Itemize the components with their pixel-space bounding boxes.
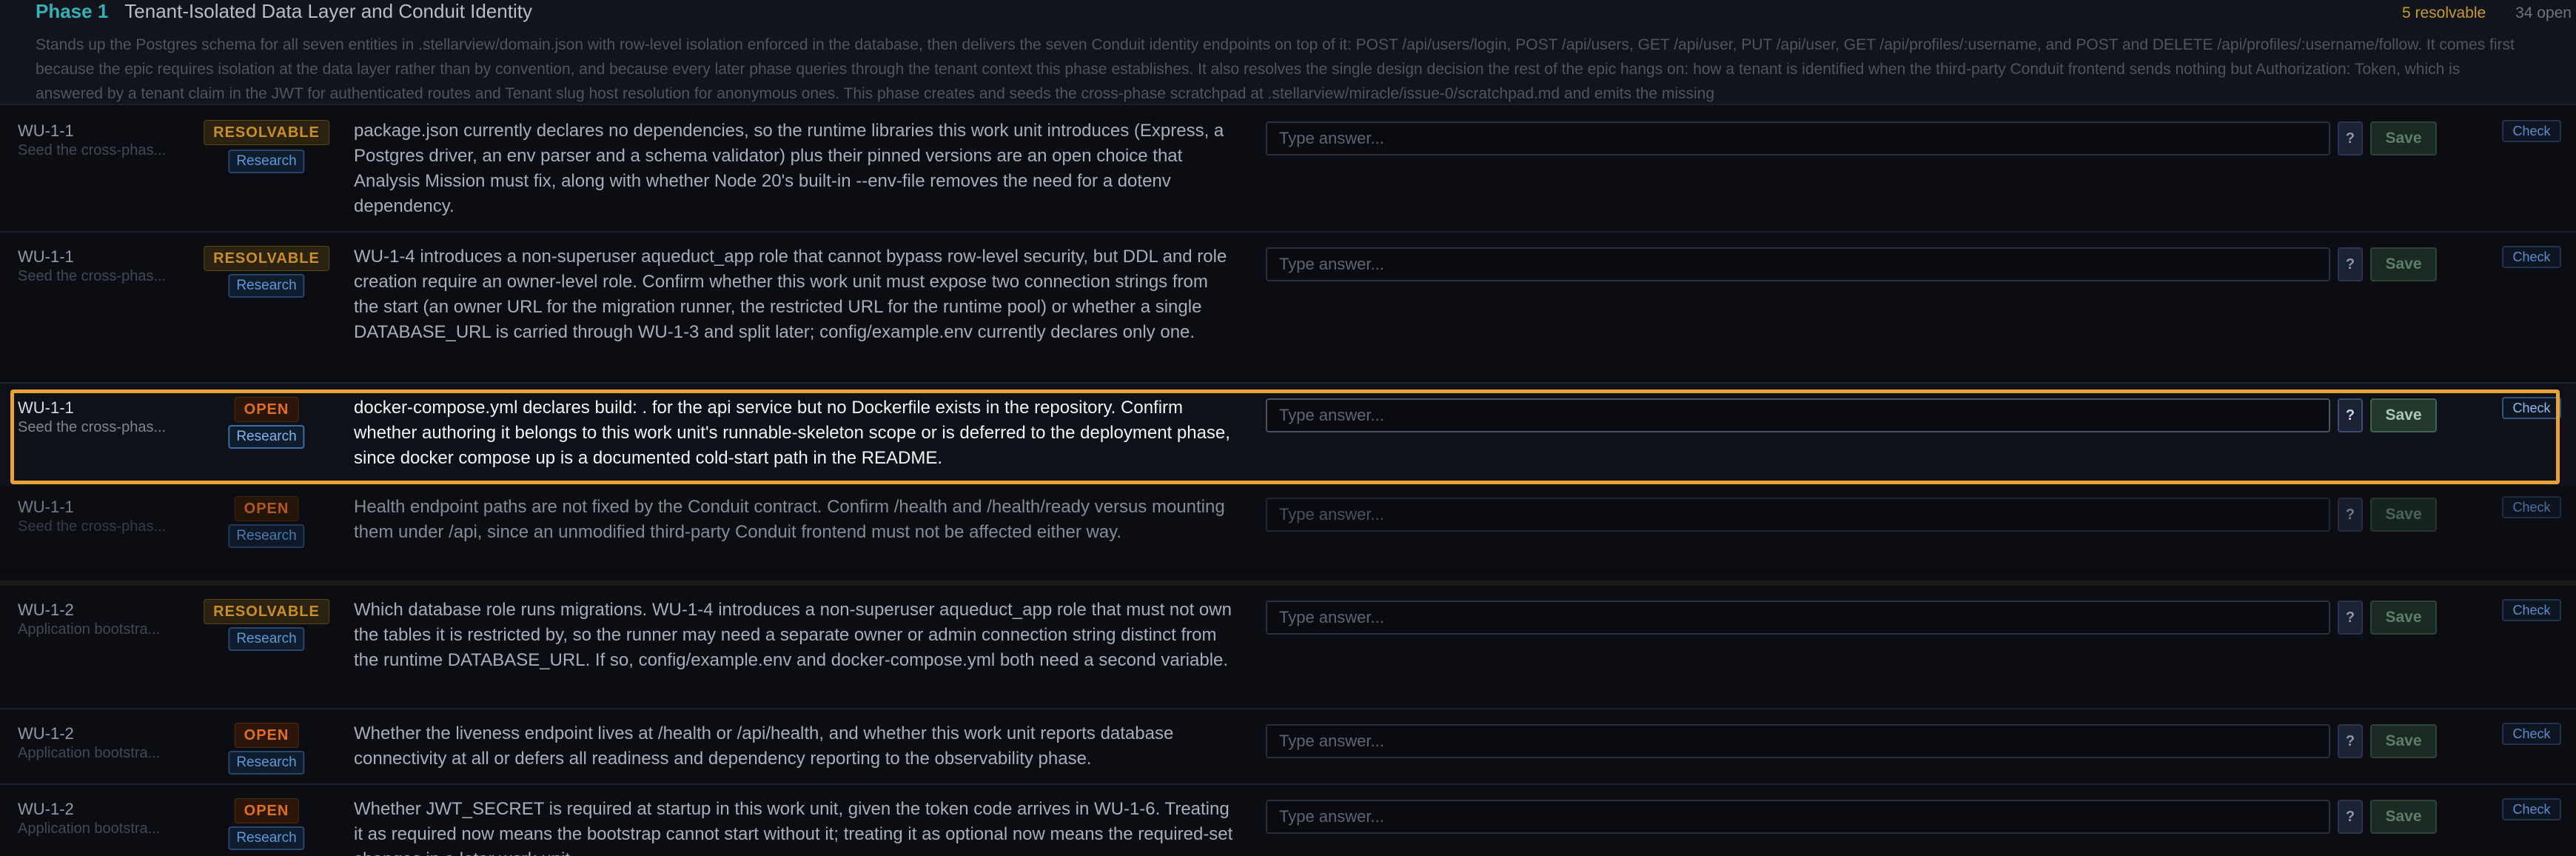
save-button[interactable]: Save: [2370, 398, 2437, 432]
phase-title: Tenant-Isolated Data Layer and Conduit I…: [124, 0, 532, 22]
question-text: docker-compose.yml declares build: . for…: [354, 398, 1230, 468]
answer-input[interactable]: [1266, 601, 2330, 635]
save-button[interactable]: Save: [2370, 724, 2437, 758]
research-tag[interactable]: Research: [228, 425, 305, 449]
save-button[interactable]: Save: [2370, 247, 2437, 281]
research-tag[interactable]: Research: [228, 524, 305, 548]
check-button[interactable]: Check: [2502, 723, 2561, 745]
phase-header: Phase 1 Tenant-Isolated Data Layer and C…: [0, 0, 2576, 105]
work-unit-subtitle: Seed the cross-phas...: [18, 419, 167, 435]
work-unit-subtitle: Seed the cross-phas...: [18, 518, 167, 535]
check-button[interactable]: Check: [2502, 798, 2561, 820]
help-button[interactable]: ?: [2338, 800, 2363, 834]
help-button[interactable]: ?: [2338, 601, 2363, 635]
save-button[interactable]: Save: [2370, 601, 2437, 635]
answer-input[interactable]: [1266, 800, 2330, 834]
check-button[interactable]: Check: [2502, 599, 2561, 621]
work-unit-subtitle: Application bootstra...: [18, 820, 161, 837]
help-button[interactable]: ?: [2338, 121, 2363, 156]
status-badge: RESOLVABLE: [204, 599, 329, 624]
question-text: Whether the liveness endpoint lives at /…: [354, 723, 1174, 769]
phase-title-line: Phase 1 Tenant-Isolated Data Layer and C…: [36, 0, 532, 25]
status-badge: OPEN: [234, 496, 299, 521]
answer-input[interactable]: [1266, 398, 2330, 432]
work-unit-id: WU-1-1: [18, 498, 74, 516]
help-button[interactable]: ?: [2338, 724, 2363, 758]
save-button[interactable]: Save: [2370, 800, 2437, 834]
research-tag[interactable]: Research: [228, 826, 305, 850]
work-unit-id: WU-1-1: [18, 247, 74, 266]
question-row: WU-1-2 Application bootstra... OPEN Rese…: [0, 708, 2576, 783]
save-button[interactable]: Save: [2370, 121, 2437, 156]
help-button[interactable]: ?: [2338, 498, 2363, 532]
question-row: WU-1-1 Seed the cross-phas... OPEN Resea…: [0, 486, 2576, 579]
work-unit-id: WU-1-1: [18, 121, 74, 140]
question-text: package.json currently declares no depen…: [354, 121, 1224, 216]
question-review-panel: Phase 1 Tenant-Isolated Data Layer and C…: [0, 0, 2576, 856]
work-unit-id: WU-1-1: [18, 398, 74, 417]
check-button[interactable]: Check: [2502, 120, 2561, 142]
phase-counts: 5 resolvable 34 open: [2402, 4, 2572, 22]
answer-input[interactable]: [1266, 121, 2330, 156]
check-button[interactable]: Check: [2502, 246, 2561, 268]
status-badge: RESOLVABLE: [204, 120, 329, 145]
check-button[interactable]: Check: [2502, 397, 2561, 419]
phase-description: Stands up the Postgres schema for all se…: [36, 36, 2515, 102]
question-row: WU-1-1 Seed the cross-phas... RESOLVABLE…: [0, 231, 2576, 381]
work-unit-id: WU-1-2: [18, 724, 74, 743]
work-unit-id: WU-1-2: [18, 601, 74, 619]
answer-input[interactable]: [1266, 247, 2330, 281]
question-text: WU-1-4 introduces a non-superuser aquedu…: [354, 247, 1227, 342]
help-button[interactable]: ?: [2338, 247, 2363, 281]
phase-number: Phase 1: [36, 0, 109, 22]
work-unit-subtitle: Seed the cross-phas...: [18, 268, 167, 284]
question-text: Whether JWT_SECRET is required at startu…: [354, 799, 1233, 856]
status-badge: OPEN: [234, 723, 299, 748]
work-unit-subtitle: Application bootstra...: [18, 745, 161, 761]
status-badge: OPEN: [234, 397, 299, 422]
status-badge: RESOLVABLE: [204, 246, 329, 271]
research-tag[interactable]: Research: [228, 274, 305, 298]
work-unit-id: WU-1-2: [18, 800, 74, 818]
work-unit-subtitle: Seed the cross-phas...: [18, 142, 167, 158]
question-row: WU-1-2 Application bootstra... OPEN Rese…: [0, 783, 2576, 856]
research-tag[interactable]: Research: [228, 751, 305, 775]
question-row-active: WU-1-1 Seed the cross-phas... OPEN Resea…: [0, 382, 2576, 486]
answer-input[interactable]: [1266, 724, 2330, 758]
save-button[interactable]: Save: [2370, 498, 2437, 532]
question-text: Which database role runs migrations. WU-…: [354, 600, 1232, 670]
work-unit-subtitle: Application bootstra...: [18, 621, 161, 638]
question-row: WU-1-2 Application bootstra... RESOLVABL…: [0, 581, 2576, 710]
research-tag[interactable]: Research: [228, 150, 305, 173]
research-tag[interactable]: Research: [228, 627, 305, 651]
check-button[interactable]: Check: [2502, 496, 2561, 518]
question-row: WU-1-1 Seed the cross-phas... RESOLVABLE…: [0, 105, 2576, 228]
answer-input[interactable]: [1266, 498, 2330, 532]
open-count: 34 open: [2515, 4, 2572, 21]
status-badge: OPEN: [234, 798, 299, 823]
question-text: Health endpoint paths are not fixed by t…: [354, 497, 1225, 542]
help-button[interactable]: ?: [2338, 398, 2363, 432]
resolvable-count: 5 resolvable: [2402, 4, 2486, 21]
